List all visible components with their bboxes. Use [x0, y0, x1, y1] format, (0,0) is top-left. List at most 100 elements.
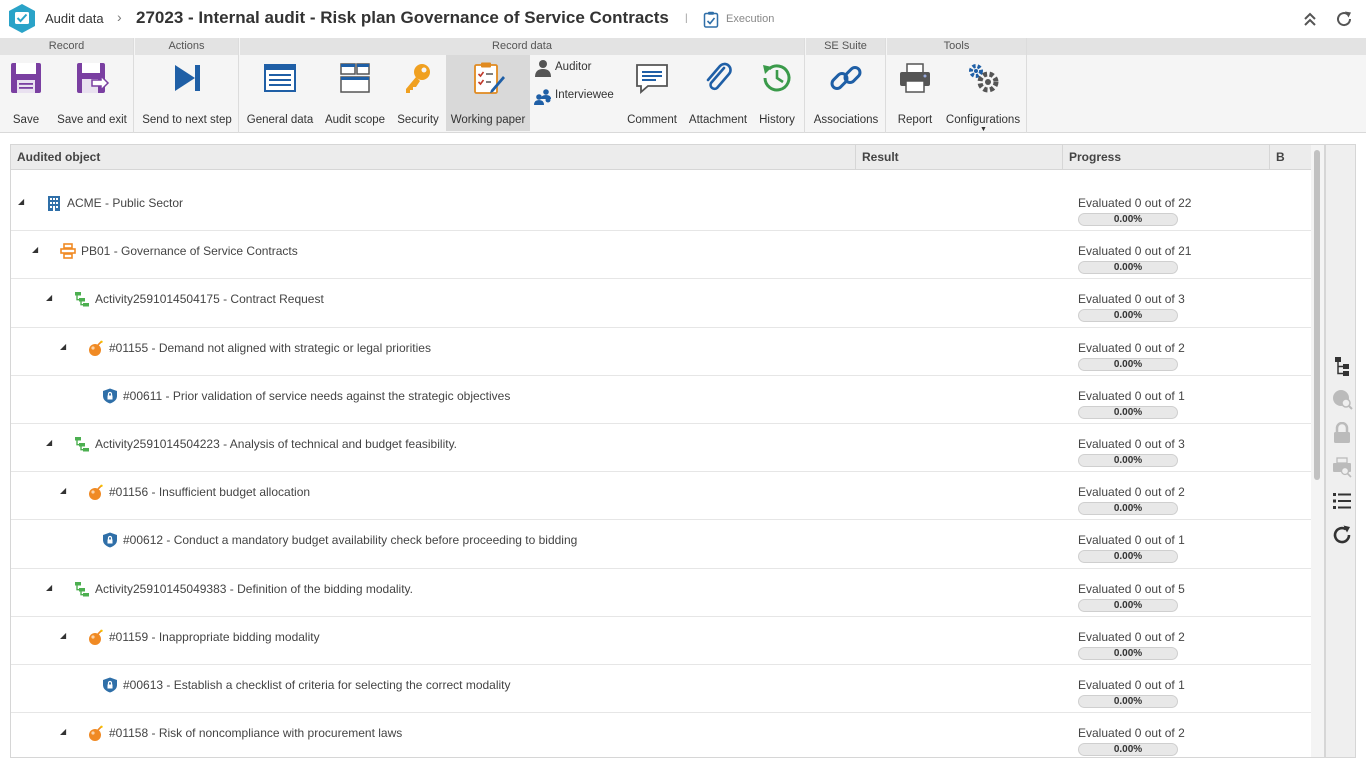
reload-icon[interactable]	[1331, 524, 1353, 546]
tree-view-icon[interactable]	[1331, 355, 1353, 377]
vertical-scrollbar[interactable]	[1311, 144, 1325, 758]
attachment-button[interactable]: Attachment	[686, 55, 750, 131]
progress-bar: 0.00%	[1078, 743, 1178, 757]
globe-search-icon[interactable]	[1331, 388, 1353, 410]
progress-text: Evaluated 0 out of 2	[1078, 340, 1185, 355]
row-label[interactable]: #00613 - Establish a checklist of criter…	[123, 678, 511, 692]
expand-collapse-toggle[interactable]: ◢	[60, 631, 66, 640]
tree-row[interactable]: #00613 - Establish a checklist of criter…	[11, 665, 1311, 714]
risk-icon	[88, 484, 104, 501]
row-label[interactable]: Activity2591014504938​3 - Definition of …	[95, 582, 413, 596]
expand-collapse-toggle[interactable]: ◢	[60, 727, 66, 736]
expand-collapse-toggle[interactable]: ◢	[32, 245, 38, 254]
configurations-label: Configurations	[945, 114, 1021, 126]
group-tools-header: Tools	[887, 38, 1026, 55]
row-label[interactable]: ACME - Public Sector	[67, 196, 183, 210]
save-and-exit-button[interactable]: Save and exit	[54, 55, 130, 131]
general-data-button[interactable]: General data	[244, 55, 316, 131]
row-label[interactable]: #00612 - Conduct a mandatory budget avai…	[123, 533, 577, 547]
group-tools: Tools Report Configurations ▼	[887, 38, 1027, 133]
report-label: Report	[897, 114, 933, 126]
save-exit-icon	[77, 63, 110, 93]
row-progress: Evaluated 0 out of 2 0.00%	[1078, 630, 1218, 660]
row-label[interactable]: #01159 - Inappropriate bidding modality	[109, 630, 320, 644]
record-title: 27023 - Internal audit - Risk plan Gover…	[136, 8, 669, 27]
progress-bar: 0.00%	[1078, 598, 1178, 612]
app-title[interactable]: Audit data	[45, 11, 104, 26]
tree-row[interactable]: ◢ Activity2591014504938​3 - Definition of…	[11, 569, 1311, 617]
progress-text: Evaluated 0 out of 2	[1078, 629, 1185, 644]
group-record-header: Record	[0, 38, 133, 55]
comment-button[interactable]: Comment	[624, 55, 680, 131]
lock-icon[interactable]	[1331, 422, 1353, 444]
tree-row[interactable]: ◢ #01158 - Risk of noncompliance with pro…	[11, 713, 1311, 757]
progress-percent: 0.00%	[1113, 454, 1143, 466]
activity-icon	[74, 436, 90, 452]
collapse-up-icon[interactable]	[1301, 10, 1319, 28]
column-header-result[interactable]: Result	[856, 145, 1063, 170]
tree-row[interactable]: ◢ Activity2591014504223 - Analysis of tec…	[11, 424, 1311, 473]
status-label: Execution	[726, 13, 775, 25]
tree-row[interactable]: ◢ ACME - Public Sector Evaluated 0 out of …	[11, 183, 1311, 232]
save-button[interactable]: Save	[2, 55, 50, 131]
row-label[interactable]: #00611 - Prior validation of service nee…	[123, 389, 510, 403]
progress-percent: 0.00%	[1113, 744, 1143, 756]
column-header-audited-object[interactable]: Audited object	[11, 145, 856, 170]
row-label[interactable]: Activity2591014504223 - Analysis of tech…	[95, 437, 457, 451]
expand-collapse-toggle[interactable]: ◢	[60, 486, 66, 495]
refresh-icon[interactable]	[1334, 9, 1354, 29]
history-icon	[763, 64, 791, 92]
expand-collapse-toggle[interactable]: ◢	[60, 342, 66, 351]
security-button[interactable]: Security	[392, 55, 444, 131]
progress-percent: 0.00%	[1113, 406, 1143, 418]
side-toolbar	[1325, 144, 1356, 758]
progress-bar: 0.00%	[1078, 357, 1178, 371]
expand-collapse-toggle[interactable]: ◢	[18, 197, 24, 206]
list-view-icon[interactable]	[1331, 490, 1353, 512]
send-to-next-step-button[interactable]: Send to next step	[139, 55, 235, 131]
column-header-progress[interactable]: Progress	[1063, 145, 1270, 170]
tree-row[interactable]: #00612 - Conduct a mandatory budget avai…	[11, 520, 1311, 569]
auditor-button[interactable]: Auditor	[534, 57, 614, 79]
scrollbar-thumb[interactable]	[1314, 150, 1320, 480]
history-button[interactable]: History	[754, 55, 800, 131]
progress-text: Evaluated 0 out of 22	[1078, 196, 1192, 210]
grid-rows: ◢ ACME - Public Sector Evaluated 0 out of …	[11, 183, 1311, 757]
tree-row[interactable]: ◢ Activity2591014504175 - Contract Reques…	[11, 279, 1311, 328]
column-header-b[interactable]: B	[1270, 145, 1311, 170]
execution-clipboard-icon	[703, 11, 719, 28]
configurations-dropdown-arrow[interactable]: ▼	[980, 126, 987, 133]
row-label[interactable]: Activity2591014504175 - Contract Request	[95, 292, 324, 306]
print-preview-icon[interactable]	[1331, 456, 1353, 478]
interviewee-button[interactable]: Interviewee	[534, 85, 620, 107]
ribbon-toolbar: Record Save Save and exit Actions Send t…	[0, 38, 1366, 133]
row-label[interactable]: #01158 - Risk of noncompliance with proc…	[109, 726, 402, 740]
title-divider: |	[685, 13, 688, 24]
report-button[interactable]: Report	[891, 55, 939, 131]
progress-percent: 0.00%	[1113, 647, 1143, 659]
row-label[interactable]: #01155 - Demand not aligned with strateg…	[109, 341, 431, 355]
progress-text: Evaluated 0 out of 21	[1078, 244, 1192, 259]
expand-collapse-toggle[interactable]: ◢	[46, 438, 52, 447]
progress-text: Evaluated 0 out of 1	[1078, 388, 1185, 403]
associations-button[interactable]: Associations	[810, 55, 882, 131]
progress-text: Evaluated 0 out of 1	[1078, 677, 1185, 692]
expand-collapse-toggle[interactable]: ◢	[46, 583, 52, 592]
tree-row[interactable]: ◢ #01155 - Demand not aligned with strate…	[11, 328, 1311, 376]
tree-row[interactable]: ◢ #01159 - Inappropriate bidding modality…	[11, 617, 1311, 665]
expand-collapse-toggle[interactable]: ◢	[46, 293, 52, 302]
row-label[interactable]: PB01 - Governance of Service Contracts	[81, 244, 298, 258]
configurations-button[interactable]: Configurations ▼	[943, 55, 1023, 133]
audit-scope-button[interactable]: Audit scope	[322, 55, 388, 131]
tree-row[interactable]: ◢ #01156 - Insufficient budget allocation…	[11, 472, 1311, 521]
progress-text: Evaluated 0 out of 3	[1078, 436, 1185, 451]
progress-percent: 0.00%	[1113, 310, 1143, 322]
tree-row[interactable]: ◢ PB01 - Governance of Service Contracts E…	[11, 231, 1311, 280]
tree-row[interactable]: #00611 - Prior validation of service nee…	[11, 376, 1311, 424]
risk-icon	[88, 629, 104, 645]
auditor-label: Auditor	[555, 61, 592, 73]
row-label[interactable]: #01156 - Insufficient budget allocation	[109, 485, 310, 499]
row-progress: Evaluated 0 out of 3 0.00%	[1078, 437, 1218, 467]
working-paper-button[interactable]: Working paper	[446, 55, 530, 131]
progress-bar: 0.00%	[1078, 405, 1178, 419]
